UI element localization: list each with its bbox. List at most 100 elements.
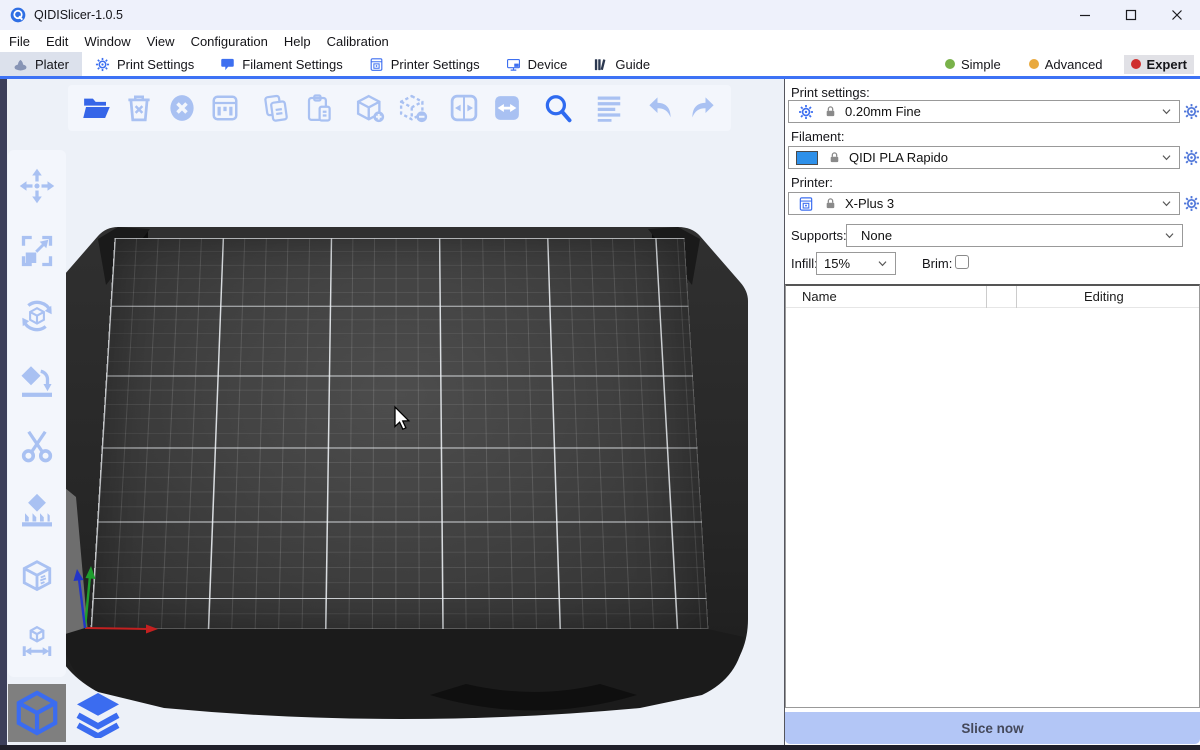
tab-device-label: Device — [528, 57, 568, 72]
chevron-down-icon — [1160, 105, 1173, 118]
split-to-objects-icon — [449, 93, 479, 123]
infill-value: 15% — [824, 256, 850, 271]
menu-help[interactable]: Help — [284, 34, 311, 49]
column-name: Name — [802, 289, 837, 304]
printer-label: Printer: — [791, 175, 833, 190]
expert-mode-dot-icon — [1131, 59, 1141, 69]
open-folder-button[interactable] — [78, 90, 114, 126]
filament-icon — [220, 57, 235, 72]
tab-printer-settings[interactable]: Printer Settings — [356, 52, 493, 76]
supports-value: None — [861, 228, 892, 243]
title-bar: QIDISlicer-1.0.5 — [0, 0, 1200, 30]
tab-plater[interactable]: Plater — [0, 52, 82, 76]
preview-view-button[interactable] — [70, 687, 126, 741]
tab-guide[interactable]: Guide — [580, 52, 663, 76]
tab-plater-label: Plater — [35, 57, 69, 72]
top-toolbar — [68, 85, 731, 131]
printer-icon — [798, 196, 814, 212]
delete-button[interactable] — [121, 90, 157, 126]
variable-layer-height-button[interactable] — [591, 90, 627, 126]
maximize-button[interactable] — [1108, 0, 1154, 30]
menu-configuration[interactable]: Configuration — [191, 34, 268, 49]
brim-checkbox[interactable] — [955, 255, 969, 269]
viewport-3d-canvas[interactable] — [0, 79, 784, 750]
move-icon — [19, 168, 55, 204]
editor-view-button[interactable] — [8, 684, 66, 742]
viewport-left-edge — [0, 79, 7, 750]
tab-bar: Plater Print Settings Filament Settings … — [0, 52, 1200, 79]
split-to-objects-button[interactable] — [446, 90, 482, 126]
sidebar: Print settings: 0.20mm Fine Filament: QI… — [784, 79, 1200, 745]
rotate-icon — [19, 298, 55, 334]
plater-icon — [13, 57, 28, 72]
menu-view[interactable]: View — [147, 34, 175, 49]
mode-expert[interactable]: Expert — [1124, 55, 1194, 74]
tab-printer-settings-label: Printer Settings — [391, 57, 480, 72]
filament-combo[interactable]: QIDI PLA Rapido — [788, 146, 1180, 169]
object-list-table[interactable]: Name Editing — [785, 284, 1200, 708]
filament-label: Filament: — [791, 129, 844, 144]
column-editing: Editing — [1084, 289, 1124, 304]
menu-file[interactable]: File — [9, 34, 30, 49]
minimize-button[interactable] — [1062, 0, 1108, 30]
app-logo-icon — [10, 7, 26, 23]
tab-print-settings[interactable]: Print Settings — [82, 52, 207, 76]
measure-tool-button[interactable] — [17, 621, 57, 661]
scale-tool-button[interactable] — [17, 231, 57, 271]
mode-simple[interactable]: Simple — [938, 55, 1008, 74]
print-settings-combo[interactable]: 0.20mm Fine — [788, 100, 1180, 123]
seam-icon — [19, 558, 55, 594]
simple-mode-dot-icon — [945, 59, 955, 69]
redo-button[interactable] — [685, 90, 721, 126]
gear-icon — [798, 104, 814, 120]
tab-filament-settings[interactable]: Filament Settings — [207, 52, 355, 76]
edit-print-settings-gear-icon[interactable] — [1183, 103, 1200, 120]
advanced-mode-dot-icon — [1029, 59, 1039, 69]
tab-device[interactable]: Device — [493, 52, 581, 76]
menu-calibration[interactable]: Calibration — [327, 34, 389, 49]
lock-icon — [824, 197, 837, 210]
delete-all-button[interactable] — [164, 90, 200, 126]
filament-color-swatch — [796, 151, 818, 165]
close-button[interactable] — [1154, 0, 1200, 30]
remove-instance-button[interactable] — [395, 90, 431, 126]
infill-label: Infill: — [791, 256, 818, 271]
layers-preview-icon — [74, 690, 122, 738]
paste-button[interactable] — [301, 90, 337, 126]
place-on-face-tool-button[interactable] — [17, 361, 57, 401]
remove-instance-icon — [398, 93, 428, 123]
undo-button[interactable] — [642, 90, 678, 126]
edit-filament-gear-icon[interactable] — [1183, 149, 1200, 166]
edit-printer-gear-icon[interactable] — [1183, 195, 1200, 212]
add-instance-button[interactable] — [352, 90, 388, 126]
delete-all-icon — [167, 93, 197, 123]
menu-window[interactable]: Window — [84, 34, 130, 49]
arrange-button[interactable] — [207, 90, 243, 126]
split-to-parts-button[interactable] — [489, 90, 525, 126]
tab-print-settings-label: Print Settings — [117, 57, 194, 72]
measure-icon — [19, 623, 55, 659]
search-button[interactable] — [540, 90, 576, 126]
column-separator — [1016, 286, 1017, 308]
add-instance-icon — [355, 93, 385, 123]
lock-icon — [828, 151, 841, 164]
mode-advanced[interactable]: Advanced — [1022, 55, 1110, 74]
menu-bar: File Edit Window View Configuration Help… — [0, 30, 1200, 52]
paste-icon — [304, 93, 334, 123]
infill-combo[interactable]: 15% — [816, 252, 896, 275]
slice-now-button[interactable]: Slice now — [785, 712, 1200, 744]
rotate-tool-button[interactable] — [17, 296, 57, 336]
window-title: QIDISlicer-1.0.5 — [34, 8, 123, 22]
menu-edit[interactable]: Edit — [46, 34, 68, 49]
device-icon — [506, 57, 521, 72]
brim-label: Brim: — [922, 256, 952, 271]
paint-support-tool-button[interactable] — [17, 491, 57, 531]
print-settings-value: 0.20mm Fine — [845, 104, 921, 119]
move-tool-button[interactable] — [17, 166, 57, 206]
cut-tool-button[interactable] — [17, 426, 57, 466]
printer-combo[interactable]: X-Plus 3 — [788, 192, 1180, 215]
copy-button[interactable] — [258, 90, 294, 126]
supports-combo[interactable]: None — [846, 224, 1183, 247]
seam-tool-button[interactable] — [17, 556, 57, 596]
variable-layer-height-icon — [594, 93, 624, 123]
